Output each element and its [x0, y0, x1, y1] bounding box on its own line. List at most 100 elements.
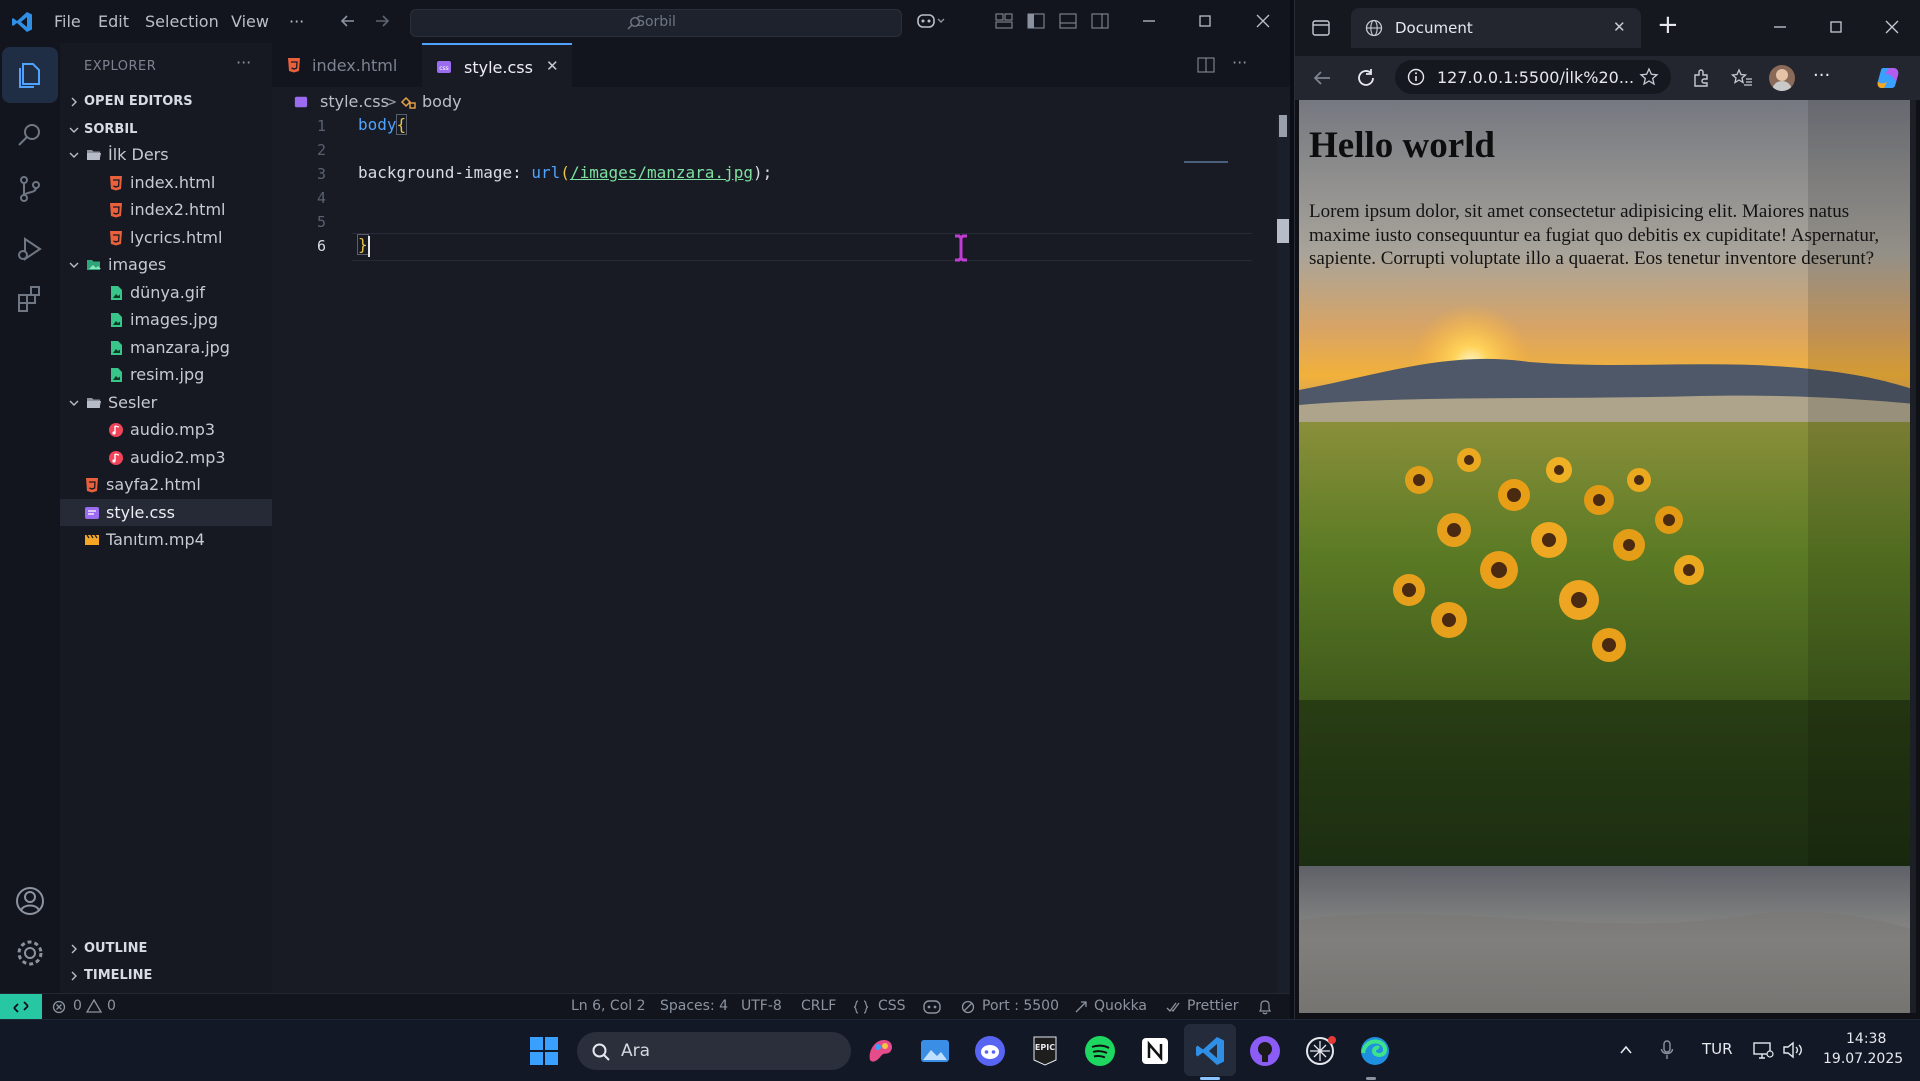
toggle-secondary-sidebar-icon[interactable]	[1090, 11, 1110, 31]
close-window-icon[interactable]	[1881, 16, 1903, 38]
microphone-icon[interactable]	[1660, 1040, 1674, 1060]
chevron-down-icon[interactable]	[68, 397, 80, 409]
paint-app-icon[interactable]	[864, 1034, 898, 1068]
tree-file[interactable]: index.html	[60, 169, 272, 196]
chevron-right-icon[interactable]	[68, 96, 80, 108]
tab-close-button[interactable]: ✕	[546, 57, 559, 75]
maximize-icon[interactable]	[1825, 16, 1847, 38]
open-editors-section[interactable]: OPEN EDITORS	[84, 94, 193, 109]
tree-file[interactable]: manzara.jpg	[60, 334, 272, 361]
browser-scrollbar[interactable]	[1910, 100, 1916, 1013]
clock-date[interactable]: 19.07.2025	[1823, 1051, 1903, 1067]
forward-arrow-icon[interactable]	[372, 11, 392, 31]
settings-gear-icon[interactable]	[14, 937, 46, 969]
chevron-up-icon[interactable]	[1618, 1042, 1634, 1058]
chevron-down-icon[interactable]	[68, 149, 80, 161]
notification-bell-icon[interactable]	[1258, 999, 1272, 1015]
network-icon[interactable]	[1752, 1040, 1774, 1060]
source-control-icon[interactable]	[14, 173, 46, 205]
windows-start-icon[interactable]	[527, 1034, 561, 1068]
github-desktop-icon[interactable]	[1248, 1034, 1282, 1068]
browser-tab-close-button[interactable]: ✕	[1613, 18, 1626, 36]
favorites-icon[interactable]	[1731, 68, 1753, 88]
indentation[interactable]: Spaces: 4	[660, 998, 728, 1014]
tree-file[interactable]: Tanıtım.mp4	[60, 526, 272, 553]
breadcrumb-file[interactable]: style.css	[320, 92, 389, 111]
vscode-app-icon[interactable]	[1193, 1034, 1227, 1068]
chatgpt-app-icon[interactable]	[1303, 1034, 1337, 1068]
browser-tab-document[interactable]: Document ✕	[1351, 8, 1641, 48]
code-line-6[interactable]: }	[357, 234, 369, 255]
profile-avatar[interactable]	[1769, 65, 1795, 91]
new-tab-button[interactable]: +	[1657, 10, 1679, 40]
warnings-count[interactable]: 0	[107, 998, 116, 1014]
menu-selection[interactable]: Selection	[145, 12, 219, 31]
scrollbar-thumb[interactable]	[1279, 115, 1287, 137]
end-of-line[interactable]: CRLF	[801, 998, 836, 1014]
chevron-down-icon[interactable]	[68, 124, 80, 136]
code-line-3[interactable]: background-image: url(/images/manzara.jp…	[358, 163, 772, 182]
minimize-icon[interactable]	[1769, 16, 1791, 38]
discord-app-icon[interactable]	[973, 1034, 1007, 1068]
toggle-primary-sidebar-icon[interactable]	[1026, 11, 1046, 31]
toggle-panel-icon[interactable]	[1058, 11, 1078, 31]
tree-file[interactable]: style.css	[60, 498, 272, 526]
remote-indicator-button[interactable]	[0, 994, 42, 1020]
keyboard-language[interactable]: TUR	[1702, 1040, 1733, 1058]
volume-icon[interactable]	[1782, 1040, 1804, 1060]
epic-games-icon[interactable]: EPIC	[1028, 1034, 1062, 1068]
chevron-right-icon[interactable]	[68, 943, 80, 955]
breadcrumb-symbol[interactable]: body	[422, 92, 462, 111]
spotify-app-icon[interactable]	[1083, 1034, 1117, 1068]
tree-folder[interactable]: images	[60, 251, 272, 278]
quokka-status[interactable]: Quokka	[1094, 998, 1147, 1014]
menu-view[interactable]: View	[231, 12, 269, 31]
outline-section[interactable]: OUTLINE	[84, 941, 147, 956]
tree-file[interactable]: lycrics.html	[60, 224, 272, 251]
favorite-star-icon[interactable]	[1639, 67, 1659, 87]
minimize-icon[interactable]	[1138, 10, 1160, 32]
clock-time[interactable]: 14:38	[1846, 1031, 1886, 1047]
address-bar[interactable]: 127.0.0.1:5500/İlk%20...	[1395, 60, 1671, 94]
customize-layout-icon[interactable]	[994, 11, 1014, 31]
photos-app-icon[interactable]	[918, 1034, 952, 1068]
copilot-status-icon[interactable]	[922, 999, 942, 1015]
menu-more[interactable]: ···	[289, 12, 304, 31]
edge-browser-icon[interactable]	[1358, 1034, 1392, 1068]
maximize-icon[interactable]	[1194, 10, 1216, 32]
copilot-icon[interactable]	[1875, 66, 1901, 90]
browser-menu-button[interactable]: ···	[1813, 65, 1830, 86]
menu-edit[interactable]: Edit	[98, 12, 129, 31]
search-activity-icon[interactable]	[14, 119, 46, 151]
tab-index-html[interactable]: index.html	[272, 43, 422, 87]
css-url-link[interactable]: /images/manzara.jpg	[570, 163, 753, 182]
editor-more-button[interactable]: ···	[1232, 53, 1247, 72]
extensions-puzzle-icon[interactable]	[1691, 68, 1711, 88]
chevron-right-icon[interactable]	[68, 970, 80, 982]
tree-folder[interactable]: Sesler	[60, 389, 272, 416]
language-mode[interactable]: CSS	[878, 998, 906, 1014]
prettier-status[interactable]: Prettier	[1187, 998, 1239, 1014]
back-arrow-icon[interactable]	[1311, 68, 1333, 88]
workspace-section[interactable]: SORBIL	[84, 122, 137, 137]
problems-count[interactable]: 0	[73, 998, 82, 1014]
code-line-1[interactable]: body{	[358, 114, 408, 135]
tree-file[interactable]: audio2.mp3	[60, 444, 272, 471]
minimap[interactable]	[1184, 161, 1228, 163]
copilot-icon[interactable]	[916, 11, 946, 31]
tree-file[interactable]: sayfa2.html	[60, 471, 272, 498]
site-info-icon[interactable]	[1407, 68, 1425, 86]
live-server-port[interactable]: Port : 5500	[982, 998, 1059, 1014]
tree-file[interactable]: audio.mp3	[60, 416, 272, 443]
command-center-search[interactable]: Sorbil	[410, 9, 902, 37]
menu-file[interactable]: File	[54, 12, 81, 31]
tab-actions-icon[interactable]	[1311, 18, 1331, 38]
editor-scrollbar[interactable]	[1277, 115, 1289, 993]
accounts-icon[interactable]	[14, 885, 46, 917]
cursor-position[interactable]: Ln 6, Col 2	[571, 998, 646, 1014]
tree-file[interactable]: resim.jpg	[60, 361, 272, 388]
notion-app-icon[interactable]	[1138, 1034, 1172, 1068]
tree-folder[interactable]: İlk Ders	[60, 141, 272, 168]
tree-file[interactable]: dünya.gif	[60, 279, 272, 306]
explorer-more-button[interactable]: ···	[236, 53, 251, 72]
